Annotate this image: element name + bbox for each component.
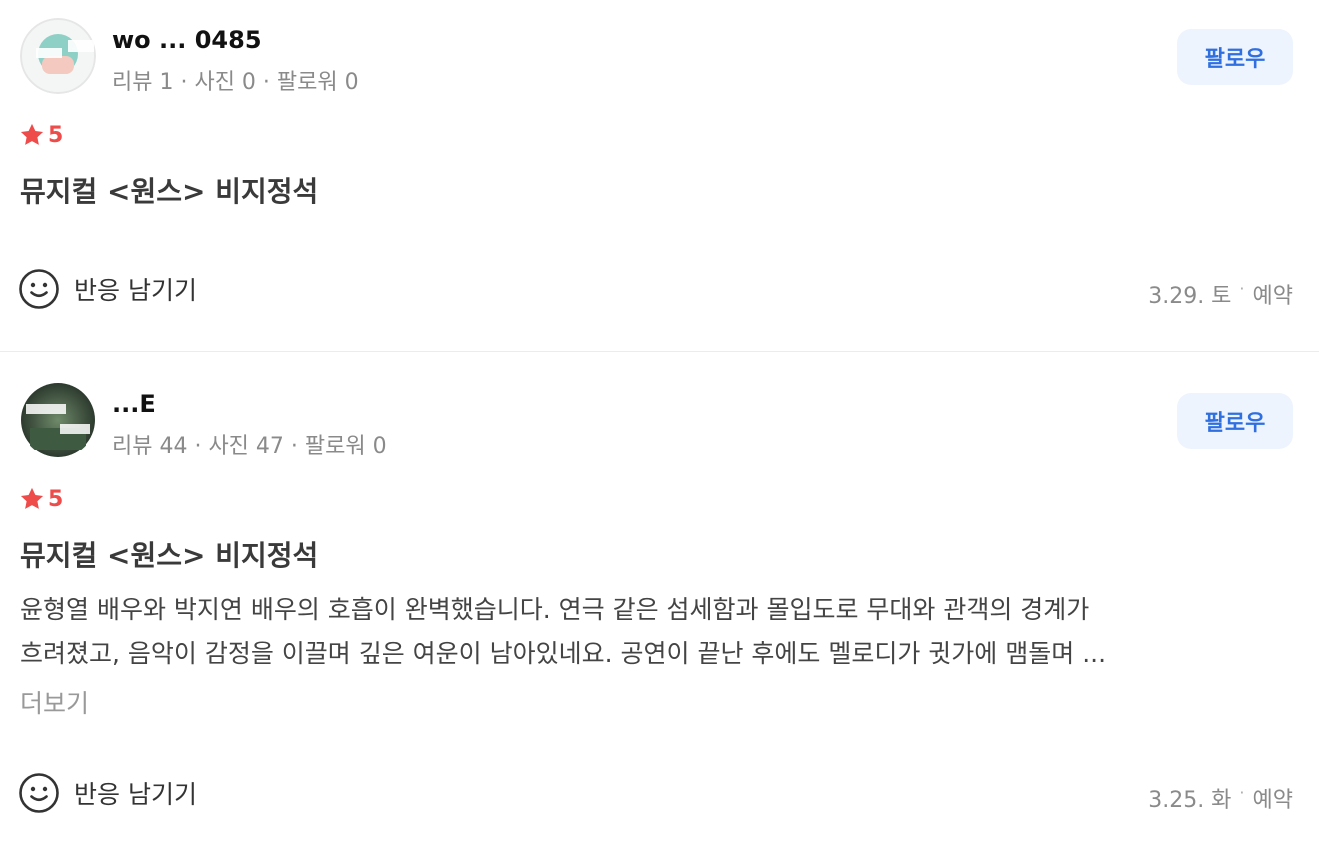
react-button[interactable]: 반응 남기기: [18, 268, 197, 310]
react-button[interactable]: 반응 남기기: [18, 772, 197, 814]
user-stats: 리뷰 44 · 사진 47 · 팔로워 0: [112, 434, 387, 459]
smiley-icon: [19, 773, 59, 813]
review-meta: 3.25. 화 · 예약: [1148, 782, 1293, 814]
avatar[interactable]: [20, 18, 96, 94]
username[interactable]: wo ... 0485: [112, 26, 262, 52]
avatar[interactable]: [20, 382, 96, 458]
follow-button[interactable]: 팔로우: [1177, 393, 1293, 449]
react-label: 반응 남기기: [74, 780, 197, 809]
review-title: 뮤지컬 <원스> 비지정석: [20, 539, 319, 572]
star-icon: [20, 123, 44, 145]
rating: 5: [18, 121, 63, 149]
booking-label: 예약: [1252, 788, 1293, 813]
rating-value: 5: [48, 122, 64, 148]
review-item: ...E 리뷰 44 · 사진 47 · 팔로워 0 팔로우 5 뮤지컬 <원스…: [0, 352, 1319, 846]
react-label: 반응 남기기: [74, 276, 197, 305]
review-body-line: 윤형열 배우와 박지연 배우의 호흡이 완벽했습니다. 연극 같은 섬세함과 몰…: [20, 595, 1090, 624]
review-date: 3.29. 토: [1148, 284, 1232, 309]
more-link[interactable]: 더보기: [20, 684, 89, 720]
separator-dot: ·: [1239, 782, 1245, 802]
smiley-icon: [19, 269, 59, 309]
star-icon: [20, 487, 44, 509]
separator-dot: ·: [1239, 278, 1245, 298]
review-item: wo ... 0485 리뷰 1 · 사진 0 · 팔로워 0 팔로우 5 뮤지…: [0, 0, 1319, 352]
review-body[interactable]: 윤형열 배우와 박지연 배우의 호흡이 완벽했습니다. 연극 같은 섬세함과 몰…: [20, 588, 1290, 676]
rating: 5: [18, 485, 63, 513]
rating-value: 5: [48, 486, 64, 512]
review-meta: 3.29. 토 · 예약: [1148, 278, 1293, 310]
user-stats: 리뷰 1 · 사진 0 · 팔로워 0: [112, 70, 359, 95]
username[interactable]: ...E: [112, 390, 156, 416]
review-title: 뮤지컬 <원스> 비지정석: [20, 175, 319, 208]
review-date: 3.25. 화: [1148, 788, 1232, 813]
follow-button[interactable]: 팔로우: [1177, 29, 1293, 85]
booking-label: 예약: [1252, 284, 1293, 309]
review-body-line: 흐려졌고, 음악이 감정을 이끌며 깊은 여운이 남아있네요. 공연이 끝난 후…: [20, 639, 1107, 668]
